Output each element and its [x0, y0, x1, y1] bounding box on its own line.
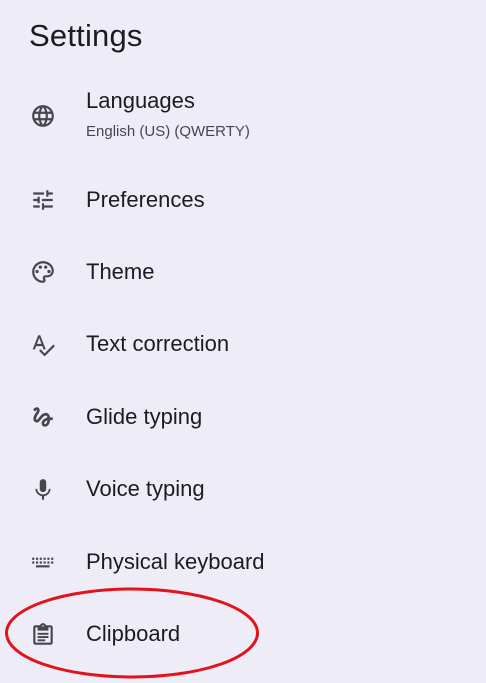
settings-item-label: Theme [86, 259, 155, 284]
settings-item-label: Clipboard [86, 621, 181, 646]
settings-item-preferences[interactable]: Preferences [0, 168, 486, 232]
settings-item-theme[interactable]: Theme [0, 240, 486, 304]
spellcheck-icon [30, 332, 56, 358]
tune-icon [30, 187, 56, 213]
palette-icon [30, 259, 56, 285]
keyboard-icon [30, 549, 56, 575]
settings-item-languages[interactable]: Languages English (US) (QWERTY) [0, 86, 486, 150]
settings-item-label: Languages [86, 88, 195, 113]
gesture-icon [30, 404, 56, 430]
settings-item-label: Text correction [86, 331, 230, 356]
settings-item-text-correction[interactable]: Text correction [0, 312, 486, 376]
settings-item-label: Physical keyboard [86, 549, 265, 574]
settings-item-glide-typing[interactable]: Glide typing [0, 385, 486, 449]
microphone-icon [30, 477, 56, 503]
clipboard-icon [30, 622, 56, 648]
settings-item-physical-keyboard[interactable]: Physical keyboard [0, 530, 486, 594]
settings-item-summary: English (US) (QWERTY) [86, 123, 250, 140]
settings-item-clipboard[interactable]: Clipboard [0, 602, 486, 666]
settings-item-voice-typing[interactable]: Voice typing [0, 457, 486, 521]
settings-item-label: Preferences [86, 187, 205, 212]
settings-item-label: Glide typing [86, 404, 203, 429]
globe-icon [30, 103, 56, 129]
settings-item-label: Voice typing [86, 476, 205, 501]
page-title: Settings [29, 18, 143, 53]
